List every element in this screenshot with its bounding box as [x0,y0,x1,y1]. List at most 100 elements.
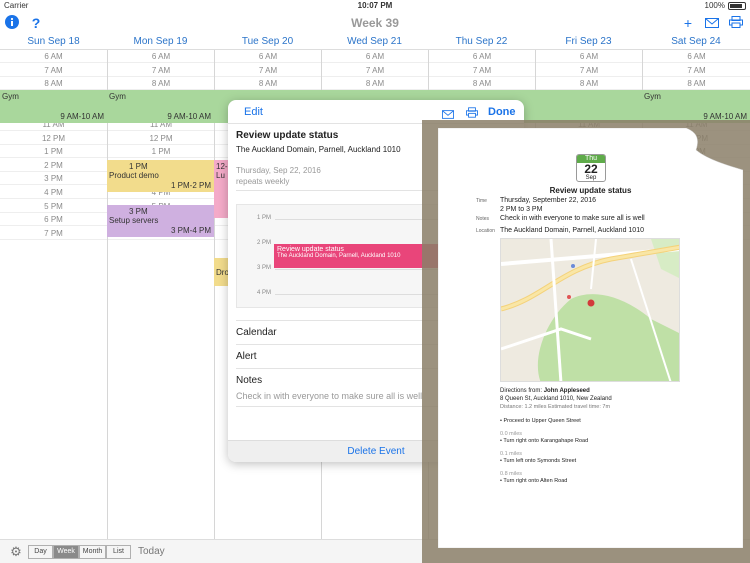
event-time-range: 9 AM-10 AM [60,112,104,121]
notes-value: Check in with everyone to make sure all … [500,215,645,222]
notes-label: Notes [236,375,263,386]
preview-title: Review update status [549,186,632,195]
hour-label: 6 PM [0,213,107,227]
event-location: The Auckland Domain, Parnell, Auckland 1… [236,145,401,154]
date-badge: Thu 22 Sep [576,154,606,182]
event-gym-sat[interactable]: Gym 9 AM-10 AM [642,90,750,123]
event-partial-text-2: Lu [216,171,225,180]
hour-label: 6 AM [0,50,107,63]
navigation-bar: ? Week 39 + [0,12,750,34]
day-header-mon[interactable]: Mon Sep 19 [107,34,214,50]
view-day-button[interactable]: Day [28,545,53,559]
hour-label: 8 AM [643,77,750,91]
event-time-range: 1 PM-2 PM [170,181,211,190]
done-button[interactable]: Done [488,106,516,118]
mini-hour-label: 3 PM [256,265,271,271]
event-title: Product demo [109,171,159,180]
location-value: The Auckland Domain, Parnell, Auckland 1… [500,227,644,234]
hour-label: 1 PM [0,145,107,159]
hour-label: 6 AM [643,50,750,63]
hour-label: 4 PM [0,186,107,199]
event-setup-servers[interactable]: 3 PM Setup servers 3 PM-4 PM [107,205,214,237]
hour-label: 8 AM [429,77,535,91]
hour-label: 7 AM [108,64,214,77]
view-list-button[interactable]: List [106,545,131,559]
event-repeat: repeats weekly [236,177,290,186]
today-button[interactable]: Today [138,546,165,557]
hour-label: 6 AM [322,50,428,63]
battery-icon [728,1,746,10]
calendar-row-label[interactable]: Calendar [236,327,277,338]
status-bar: Carrier 10:07 PM 100% [0,0,750,12]
day-header-fri[interactable]: Fri Sep 23 [535,34,642,50]
event-date: Thursday, Sep 22, 2016 [236,166,321,175]
day-header-wed[interactable]: Wed Sep 21 [321,34,428,50]
event-title: Setup servers [109,216,159,225]
event-tuesday-yellow[interactable]: Dro [214,258,228,286]
hour-label: 3 PM [0,172,107,186]
event-tuesday-pink[interactable]: 12- Lu [214,160,228,218]
hour-label: 8 AM [0,77,107,91]
gear-icon[interactable]: ⚙ [8,544,24,560]
event-title: Gym [109,92,126,101]
edit-button[interactable]: Edit [244,106,263,118]
mini-hour-label: 2 PM [256,240,271,246]
hour-label: 12 PM [0,132,107,145]
directions-prefix: Directions from: [500,388,544,394]
event-start-time: 3 PM [129,207,148,216]
hour-label: 7 PM [0,227,107,240]
event-partial-text: Dro [216,268,228,277]
event-gym-mon[interactable]: Gym 9 AM-10 AM [107,90,214,123]
mini-hour-label: 4 PM [256,290,271,296]
hour-label: 8 AM [322,77,428,91]
battery-percent: 100% [704,1,725,10]
day-header-sat[interactable]: Sat Sep 24 [642,34,750,50]
event-title: Gym [644,92,661,101]
day-header-thu[interactable]: Thu Sep 22 [428,34,535,50]
day-header-sun[interactable]: Sun Sep 18 [0,34,107,50]
view-month-button[interactable]: Month [79,545,106,559]
day-header-tue[interactable]: Tue Sep 20 [214,34,321,50]
event-time-range: 3 PM-4 PM [170,226,211,235]
hour-label: 6 AM [536,50,642,63]
event-title: Review update status [236,130,339,141]
event-gym-fri[interactable] [535,90,642,123]
clock: 10:07 PM [357,1,393,10]
alert-row-label[interactable]: Alert [236,351,257,362]
print-preview-sheet[interactable]: Thu 22 Sep Review update status Time Thu… [438,128,743,548]
direction-step-distance: 0.0 miles [500,431,523,437]
directions-address: 8 Queen St, Auckland 1010, New Zealand [500,396,612,402]
event-product-demo[interactable]: 1 PM Product demo 1 PM-2 PM [107,160,214,192]
hour-label: 6 AM [108,50,214,63]
mini-hour-label: 1 PM [256,215,271,221]
time-label: Time [476,198,487,204]
hour-label: 5 PM [0,200,107,213]
hour-label: 7 AM [0,64,107,77]
event-title: Gym [2,92,19,101]
print-icon[interactable] [728,15,744,31]
directions-line: Directions from: John Appleseed [500,388,590,394]
event-gym-sun[interactable]: Gym 9 AM-10 AM [0,90,107,123]
notes-label: Notes [476,216,490,222]
hour-label: 8 AM [108,77,214,91]
direction-step: • Proceed to Upper Queen Street [500,418,581,424]
day-column-sun[interactable]: 6 AM7 AM8 AM9 AM10 AM11 AM12 PM1 PM2 PM3… [0,50,107,539]
hour-label: 12 PM [108,132,214,145]
direction-step-distance: 0.1 miles [500,451,523,457]
add-icon[interactable]: + [680,15,696,31]
direction-step: • Turn right onto Karangahape Road [500,438,589,444]
week-title: Week 39 [351,16,399,30]
hour-label: 7 AM [643,64,750,77]
notes-text[interactable]: Check in with everyone to make sure all … [236,391,422,401]
event-time-range: 9 AM-10 AM [167,112,211,121]
battery-area: 100% [705,1,746,10]
day-column-mon[interactable]: 6 AM7 AM8 AM9 AM10 AM11 AM12 PM1 PM2 PM3… [107,50,214,539]
view-week-button[interactable]: Week [53,545,79,559]
mail-icon[interactable] [704,15,720,31]
directions-from: John Appleseed [543,388,590,394]
badge-date: 22 [584,162,598,176]
hour-label: 8 AM [215,77,321,91]
hour-label: 7 AM [536,64,642,77]
hour-label: 7 AM [322,64,428,77]
event-partial-text: 12- [216,162,228,171]
